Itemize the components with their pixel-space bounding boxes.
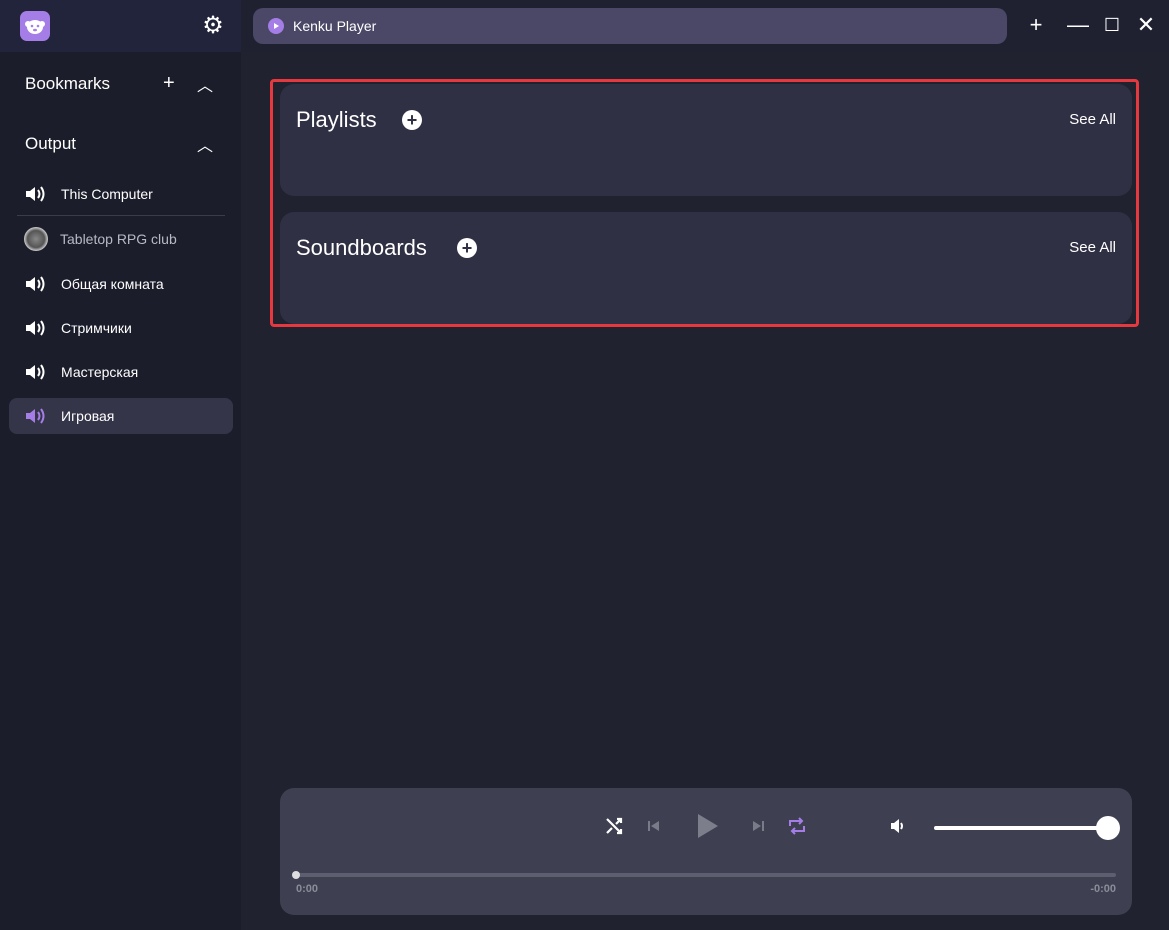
server-item-label: Tabletop RPG club bbox=[60, 231, 177, 247]
server-avatar bbox=[24, 227, 48, 251]
output-item-channel[interactable]: Стримчики bbox=[9, 310, 233, 346]
previous-track-icon[interactable] bbox=[646, 816, 662, 841]
output-item-channel[interactable]: Мастерская bbox=[9, 354, 233, 390]
volume-slider-handle[interactable] bbox=[1096, 816, 1120, 840]
close-icon[interactable]: ✕ bbox=[1134, 13, 1158, 37]
bookmarks-heading: Bookmarks bbox=[25, 74, 111, 93]
sidebar-header: ⚙ bbox=[0, 0, 241, 52]
tab-kenku-player[interactable]: Kenku Player bbox=[253, 8, 1007, 44]
output-heading: Output bbox=[25, 134, 77, 153]
server-item-tabletop-rpg-club[interactable]: Tabletop RPG club bbox=[9, 221, 233, 257]
sidebar: ⚙ Bookmarks + ︿ Output ︿ This Computer T… bbox=[0, 0, 241, 930]
bookmarks-collapse-chevron-up-icon[interactable]: ︿ bbox=[197, 72, 213, 96]
settings-gear-icon[interactable]: ⚙ bbox=[201, 14, 225, 38]
play-icon[interactable] bbox=[694, 812, 720, 845]
new-tab-plus-icon[interactable]: + bbox=[1024, 13, 1048, 37]
output-item-label: Мастерская bbox=[61, 364, 139, 380]
output-item-label: Игровая bbox=[61, 408, 115, 424]
speaker-icon bbox=[25, 185, 47, 203]
volume-slider-track[interactable] bbox=[934, 826, 1106, 830]
shuffle-icon[interactable] bbox=[604, 816, 624, 841]
speaker-icon bbox=[25, 407, 47, 425]
progress-handle[interactable] bbox=[292, 871, 300, 879]
speaker-icon bbox=[25, 319, 47, 337]
output-collapse-chevron-up-icon[interactable]: ︿ bbox=[197, 132, 213, 156]
output-item-label: Общая комната bbox=[61, 276, 164, 292]
remaining-time: -0:00 bbox=[1090, 883, 1116, 895]
speaker-icon bbox=[25, 363, 47, 381]
output-item-channel-selected[interactable]: Игровая bbox=[9, 398, 233, 434]
output-item-this-computer[interactable]: This Computer bbox=[9, 176, 233, 212]
tab-title: Kenku Player bbox=[293, 18, 377, 34]
volume-icon[interactable] bbox=[889, 816, 907, 841]
output-item-label: Стримчики bbox=[61, 320, 132, 336]
elapsed-time: 0:00 bbox=[296, 883, 319, 895]
highlight-box bbox=[270, 79, 1139, 327]
repeat-icon[interactable] bbox=[787, 816, 807, 841]
progress-bar[interactable] bbox=[296, 873, 1116, 877]
next-track-icon[interactable] bbox=[750, 816, 766, 841]
play-circle-icon bbox=[268, 18, 284, 34]
output-item-label: This Computer bbox=[61, 186, 153, 202]
output-item-channel[interactable]: Общая комната bbox=[9, 266, 233, 302]
maximize-icon[interactable]: ☐ bbox=[1100, 13, 1124, 37]
speaker-icon bbox=[25, 275, 47, 293]
title-bar: Kenku Player + — ☐ ✕ bbox=[241, 0, 1169, 52]
add-bookmark-plus-icon[interactable]: + bbox=[163, 72, 175, 95]
minimize-icon[interactable]: — bbox=[1066, 13, 1090, 37]
kenku-logo-icon bbox=[20, 11, 50, 41]
sidebar-divider bbox=[17, 215, 225, 216]
player-bar: 0:00 -0:00 bbox=[280, 788, 1132, 915]
